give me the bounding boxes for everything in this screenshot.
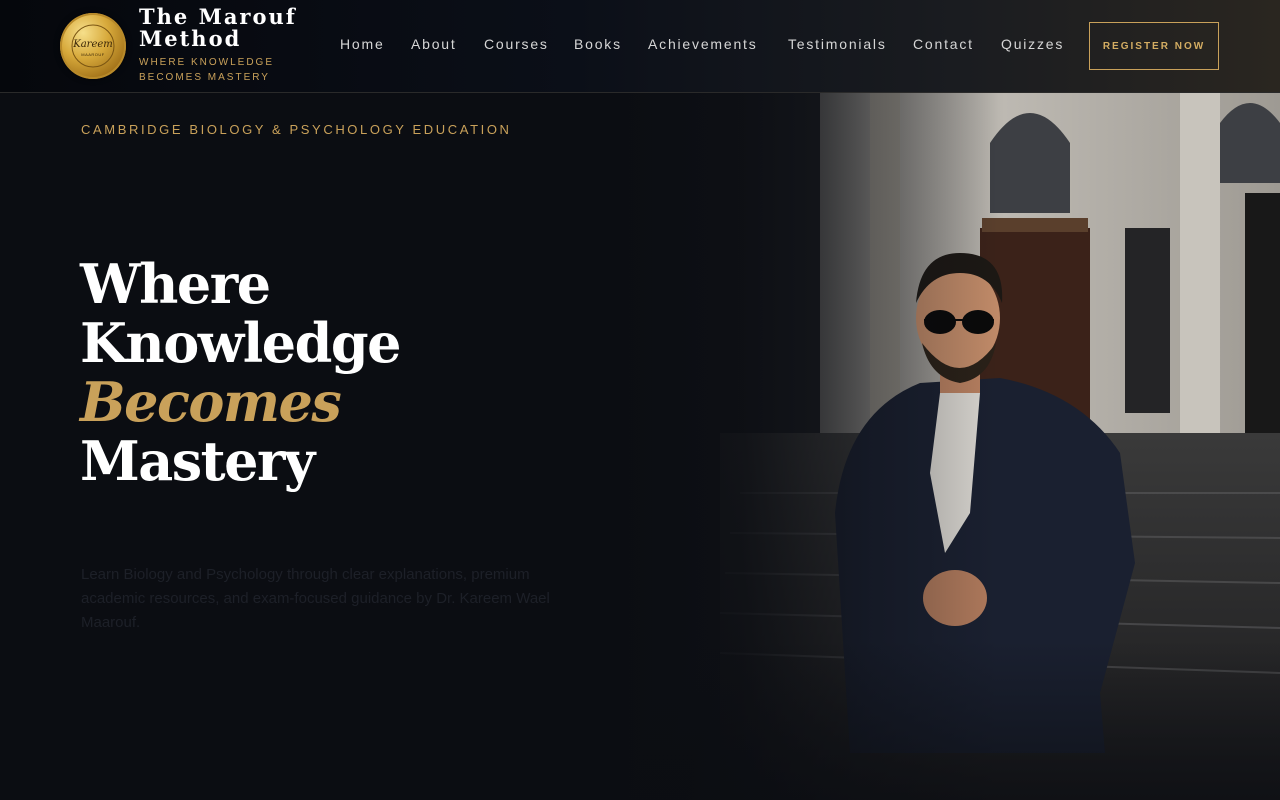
nav-achievements[interactable]: Achievements: [648, 36, 758, 52]
svg-text:Kareem: Kareem: [72, 39, 113, 50]
hero-headline: Where Knowledge Becomes Mastery: [80, 255, 580, 491]
gold-seal-logo-icon[interactable]: Kareem MAAROUF: [60, 13, 126, 79]
headline-line-2: Knowledge: [80, 311, 401, 375]
hero-description: Learn Biology and Psychology through cle…: [81, 566, 550, 631]
nav-testimonials[interactable]: Testimonials: [788, 36, 887, 52]
nav-home[interactable]: Home: [340, 36, 385, 52]
nav-about[interactable]: About: [411, 36, 457, 52]
headline-line-4: Mastery: [80, 429, 315, 493]
headline-line-1: Where: [80, 252, 271, 316]
svg-text:MAAROUF: MAAROUF: [81, 52, 105, 57]
headline-accent: Becomes: [80, 370, 342, 434]
brand-tagline: WHERE KNOWLEDGE BECOMES MASTERY: [139, 57, 275, 83]
hero-section: CAMBRIDGE BIOLOGY & PSYCHOLOGY EDUCATION…: [0, 93, 1280, 800]
nav-contact[interactable]: Contact: [913, 36, 974, 52]
nav-courses[interactable]: Courses: [484, 36, 549, 52]
nav-quizzes[interactable]: Quizzes: [1001, 36, 1064, 52]
nav-books[interactable]: Books: [574, 36, 622, 52]
hero-eyebrow: CAMBRIDGE BIOLOGY & PSYCHOLOGY EDUCATION: [81, 122, 512, 137]
register-now-button[interactable]: REGISTER NOW: [1089, 22, 1219, 70]
logo-signature-icon: Kareem MAAROUF: [71, 24, 115, 68]
brand-title[interactable]: The Marouf Method: [139, 6, 319, 50]
hero-bottom-overlay: [0, 640, 1280, 800]
site-header: Kareem MAAROUF The Marouf Method WHERE K…: [0, 0, 1280, 93]
